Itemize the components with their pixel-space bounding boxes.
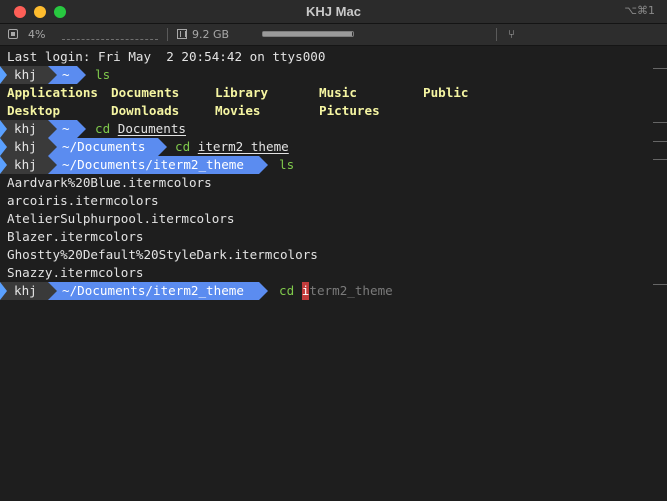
cpu-icon: [8, 29, 18, 39]
prompt-caret-icon: [0, 66, 7, 84]
prompt-user: khj: [14, 157, 37, 172]
memory-icon: [177, 29, 187, 39]
dir-entry: Music: [319, 85, 357, 100]
prompt-dir: ~/Documents: [62, 139, 146, 154]
file-entry: Ghostty%20Default%20StyleDark.itermcolor…: [7, 247, 318, 262]
prompt-user: khj: [14, 139, 37, 154]
command: cd: [175, 139, 191, 154]
prompt-dir-segment: ~: [48, 66, 86, 84]
status-divider: [496, 28, 497, 41]
prompt-user-segment: khj: [0, 120, 48, 138]
memory-usage: 9.2 GB: [192, 28, 230, 41]
window-shortcut: ⌥⌘1: [624, 4, 655, 17]
prompt-user-segment: khj: [0, 156, 48, 174]
autosuggestion-text: term2_theme: [309, 283, 393, 298]
prompt-user: khj: [14, 283, 37, 298]
dir-entry: Documents: [111, 85, 180, 100]
file-entry: arcoiris.itermcolors: [7, 193, 159, 208]
status-bar: 4% 9.2 GB ⑂: [0, 24, 667, 46]
prompt-dir: ~/Documents/iterm2_theme: [62, 157, 244, 172]
prompt-user-segment: khj: [0, 138, 48, 156]
prompt-caret-icon: [0, 156, 7, 174]
cpu-graph: [62, 39, 158, 40]
prompt-dir-segment: ~/Documents/iterm2_theme: [48, 156, 268, 174]
prompt-user: khj: [14, 121, 37, 136]
dir-entry: Downloads: [111, 103, 180, 118]
git-branch-icon: ⑂: [508, 27, 516, 41]
prompt-user-segment: khj: [0, 66, 48, 84]
command-input[interactable]: cd iterm2_theme: [279, 282, 393, 300]
command: cd: [279, 283, 295, 298]
terminal-content[interactable]: Last login: Fri May 2 20:54:42 on ttys00…: [0, 46, 660, 501]
dir-entry: Applications: [7, 85, 98, 100]
file-entry: Aardvark%20Blue.itermcolors: [7, 175, 212, 190]
command: ls: [279, 157, 295, 172]
dir-entry: Pictures: [319, 103, 380, 118]
prompt-dir-segment: ~/Documents/iterm2_theme: [48, 282, 268, 300]
window-title: KHJ Mac: [306, 4, 361, 19]
file-entry: Snazzy.itermcolors: [7, 265, 144, 280]
memory-bar: [262, 31, 354, 37]
command-argument: iterm2_theme: [197, 139, 289, 154]
title-bar: KHJ Mac ⌥⌘1: [0, 0, 667, 24]
prompt-caret-icon: [0, 120, 7, 138]
prompt-dir: ~/Documents/iterm2_theme: [62, 283, 244, 298]
prompt-caret-icon: [0, 138, 7, 156]
prompt-dir-segment: ~/Documents: [48, 138, 167, 156]
prompt-dir-segment: ~: [48, 120, 86, 138]
command: cd: [95, 121, 111, 136]
prompt-user: khj: [14, 67, 37, 82]
file-entry: AtelierSulphurpool.itermcolors: [7, 211, 235, 226]
terminal-window: KHJ Mac ⌥⌘1 4% 9.2 GB ⑂ Last login: Fri …: [0, 0, 667, 501]
cpu-usage: 4%: [28, 28, 46, 41]
last-login-line: Last login: Fri May 2 20:54:42 on ttys00…: [7, 49, 326, 64]
command-line: cd Documents: [95, 120, 186, 138]
status-divider: [167, 28, 168, 41]
prompt-user-segment: khj: [0, 282, 48, 300]
dir-entry: Library: [215, 85, 269, 100]
dir-entry: Desktop: [7, 103, 61, 118]
command-line: cd iterm2_theme: [175, 138, 289, 156]
file-entry: Blazer.itermcolors: [7, 229, 144, 244]
prompt-dir: ~: [62, 67, 70, 82]
command-argument: Documents: [117, 121, 187, 136]
prompt-dir: ~: [62, 121, 70, 136]
dir-entry: Movies: [215, 103, 261, 118]
memory-bar-fill: [263, 32, 353, 36]
command: ls: [95, 67, 111, 82]
prompt-caret-icon: [0, 282, 7, 300]
dir-entry: Public: [423, 85, 469, 100]
